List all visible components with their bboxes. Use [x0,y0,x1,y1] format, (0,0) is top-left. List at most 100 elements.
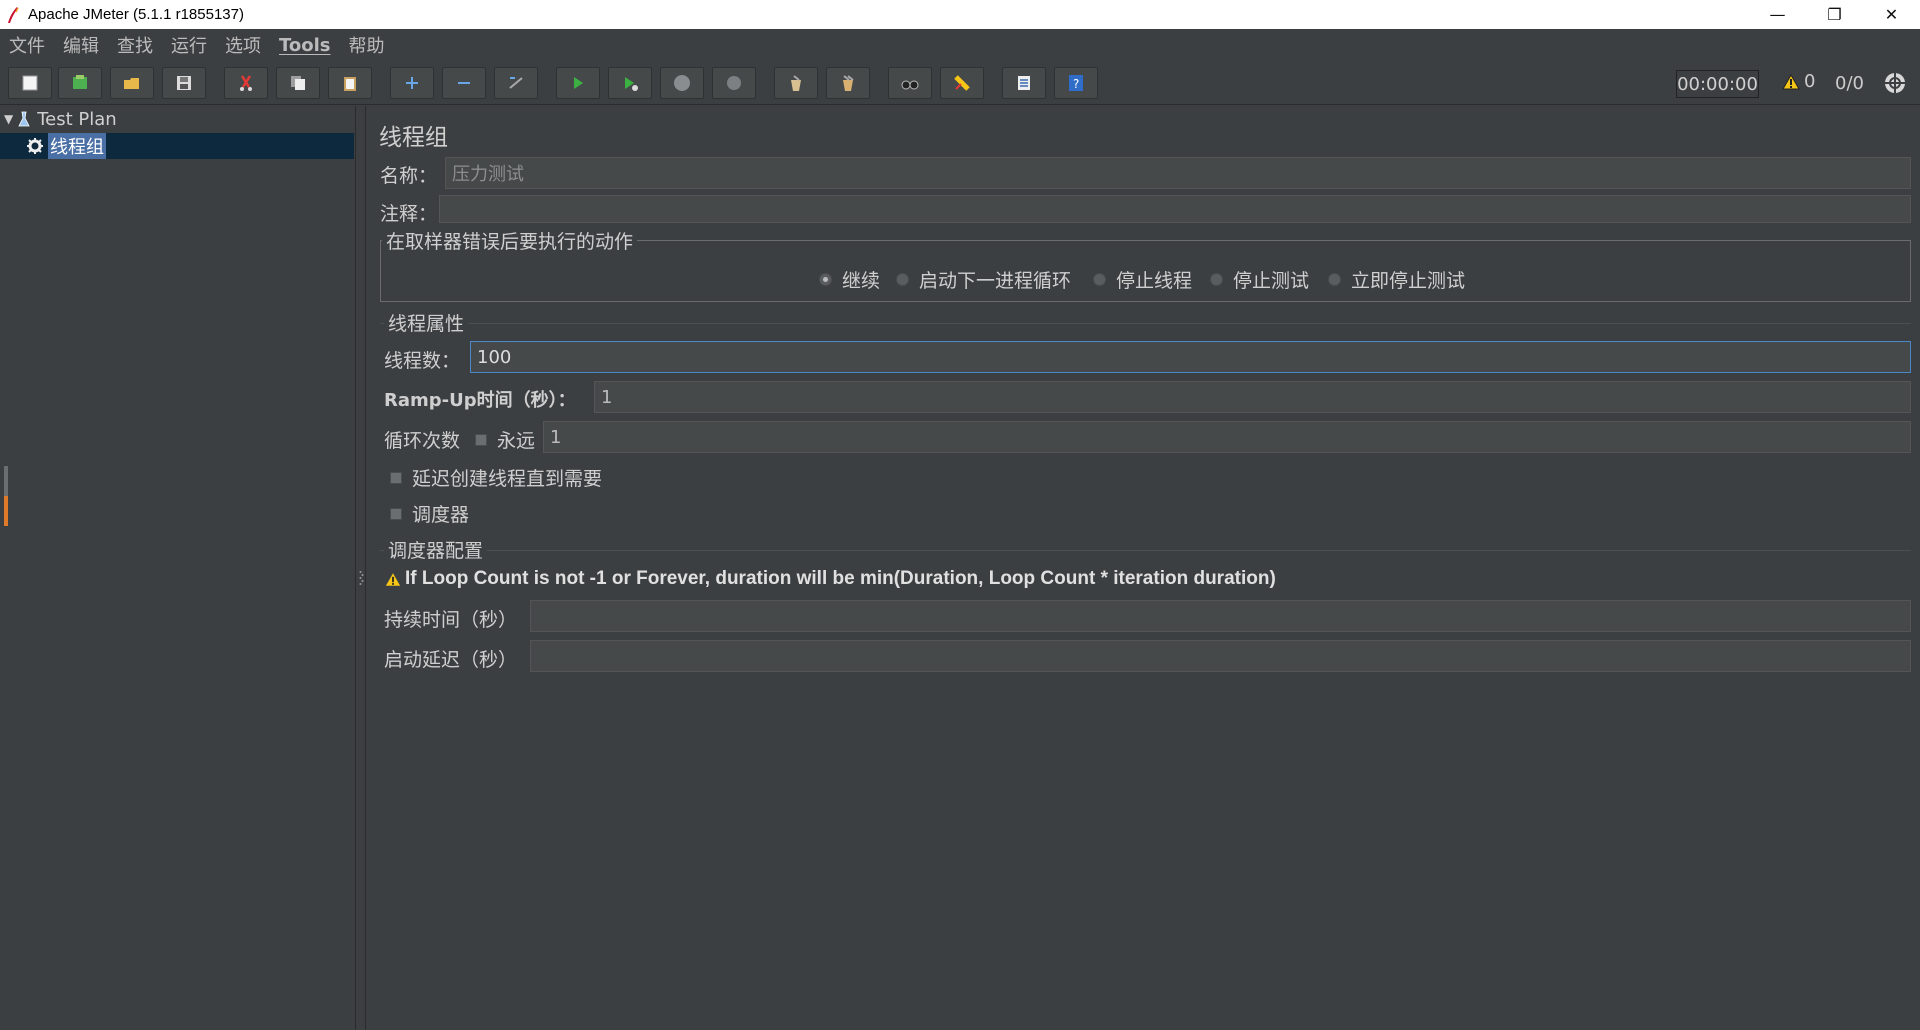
forever-checkbox[interactable]: 永远 [475,426,535,453]
radio-unselected-icon [896,273,909,286]
menu-file[interactable]: 文件 [9,32,45,58]
scheduler-warning-text: If Loop Count is not -1 or Forever, dura… [405,568,1276,589]
scheduler-warning: If Loop Count is not -1 or Forever, dura… [385,568,1276,590]
startup-delay-input[interactable] [530,640,1911,672]
delay-thread-creation-checkbox[interactable]: 延迟创建线程直到需要 [390,464,602,491]
paste-button[interactable] [328,67,372,99]
toolbar: ? 00:00:00 0 0/0 [0,61,1920,105]
radio-unselected-icon [1093,273,1106,286]
collapse-all-button[interactable] [442,67,486,99]
radio-next-loop[interactable]: 启动下一进程循环 [896,266,1071,293]
shutdown-button[interactable] [712,67,756,99]
save-button[interactable] [162,67,206,99]
tree-scroll-handle[interactable] [4,466,10,526]
warning-icon [1782,73,1800,89]
scheduler-checkbox[interactable]: 调度器 [390,500,469,527]
splitter-grip-icon [359,571,364,585]
new-icon [22,75,38,91]
warning-count: 0 [1804,71,1816,92]
help-button[interactable]: ? [1054,67,1098,99]
start-no-pauses-button[interactable] [608,67,652,99]
elapsed-timer: 00:00:00 [1676,70,1759,98]
thread-props-title: 线程属性 [384,309,469,336]
shutdown-icon [727,76,741,90]
rampup-label: Ramp-Up时间（秒）： [384,390,576,411]
test-plan-tree: ▼ Test Plan 线程组 [0,106,356,1030]
pane-splitter[interactable] [358,106,366,1030]
start-no-pause-icon [625,77,638,91]
tree-expand-icon[interactable]: ▼ [4,112,13,126]
scheduler-config-title: 调度器配置 [384,536,488,563]
clear-all-button[interactable] [826,67,870,99]
templates-button[interactable] [58,67,102,99]
checkbox-icon [475,433,487,446]
checkbox-icon [390,471,402,484]
minimize-button[interactable]: — [1749,0,1806,29]
start-button[interactable] [556,67,600,99]
radio-stop-test-now-label: 立即停止测试 [1351,270,1466,292]
menu-help[interactable]: 帮助 [349,32,385,58]
threads-label: 线程数： [384,350,461,372]
startup-delay-label: 启动延迟（秒） [384,649,518,671]
clear-all-icon [843,75,854,91]
menu-edit[interactable]: 编辑 [63,32,99,58]
toggle-button[interactable] [494,67,538,99]
rampup-input[interactable]: 1 [594,381,1911,413]
comment-field[interactable] [439,195,1911,223]
scheduler-label: 调度器 [412,504,470,526]
remote-globe-icon[interactable] [1883,71,1907,95]
tree-node-thread-group[interactable]: 线程组 [0,133,354,159]
clear-icon [791,75,801,91]
warning-indicator[interactable]: 0 [1782,71,1815,92]
expand-all-button[interactable] [390,67,434,99]
tree-label-thread-group: 线程组 [48,133,106,159]
function-helper-button[interactable] [1002,67,1046,99]
jmeter-feather-icon [6,6,20,24]
comment-label: 注释： [380,203,438,225]
svg-text:?: ? [1073,77,1079,91]
save-icon [177,76,191,90]
menu-tools[interactable]: Tools [279,35,331,56]
close-icon: ✕ [1884,5,1899,24]
search-button[interactable] [888,67,932,99]
window-titlebar: Apache JMeter (5.1.1 r1855137) — ❐ ✕ [0,0,1920,29]
active-thread-count: 0/0 [1835,73,1864,94]
radio-stop-thread-label: 停止线程 [1116,270,1193,292]
start-icon [574,77,583,89]
threads-input[interactable]: 100 [470,341,1911,373]
new-button[interactable] [8,67,52,99]
reset-search-icon [954,75,970,91]
function-helper-icon [1018,76,1030,90]
close-window-button[interactable]: ✕ [1863,0,1920,29]
copy-button[interactable] [276,67,320,99]
search-icon [901,80,919,90]
loop-count-input[interactable]: 1 [543,421,1911,453]
radio-stop-test-label: 停止测试 [1233,270,1310,292]
menu-run[interactable]: 运行 [171,32,207,58]
stop-button[interactable] [660,67,704,99]
radio-stop-test[interactable]: 停止测试 [1210,266,1309,293]
radio-continue[interactable]: 继续 [819,266,880,293]
copy-icon [291,76,305,90]
reset-search-button[interactable] [940,67,984,99]
loop-count-label: 循环次数 [384,430,461,452]
window-title: Apache JMeter (5.1.1 r1855137) [28,6,244,23]
name-label: 名称： [380,165,438,187]
radio-stop-thread[interactable]: 停止线程 [1093,266,1192,293]
menu-options[interactable]: 选项 [225,32,261,58]
duration-input[interactable] [530,600,1911,632]
help-icon: ? [1069,75,1083,91]
tree-node-test-plan[interactable]: ▼ Test Plan [4,106,117,132]
radio-stop-test-now[interactable]: 立即停止测试 [1328,266,1465,293]
cut-button[interactable] [224,67,268,99]
test-plan-icon [18,111,30,127]
radio-next-loop-label: 启动下一进程循环 [919,270,1072,292]
menu-search[interactable]: 查找 [117,32,153,58]
stop-icon [674,75,690,91]
name-field[interactable]: 压力测试 [445,157,1911,189]
open-button[interactable] [110,67,154,99]
restore-button[interactable]: ❐ [1806,0,1863,29]
menu-bar: 文件 编辑 查找 运行 选项 Tools 帮助 [0,29,1920,61]
radio-unselected-icon [1328,273,1341,286]
clear-button[interactable] [774,67,818,99]
